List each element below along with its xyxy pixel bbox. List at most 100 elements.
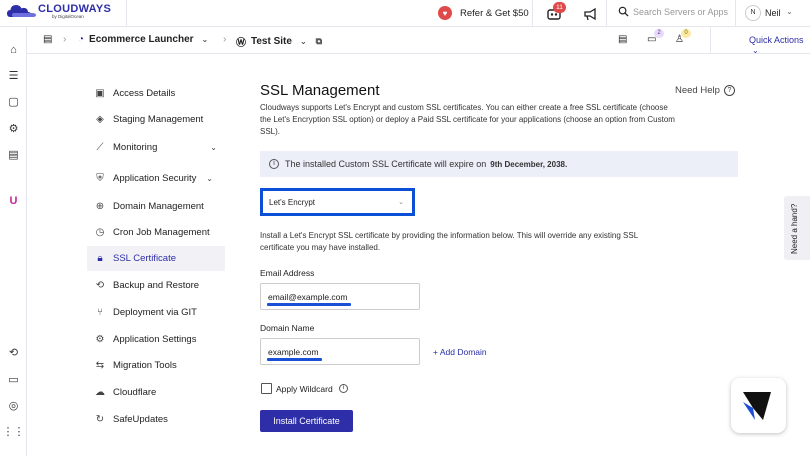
migration-icon: ⇆ [95,360,105,371]
chevron-down-icon: ⌄ [752,46,759,55]
menu-item-label: Deployment via GIT [113,307,197,318]
ssl-expiry-notice: i The installed Custom SSL Certificate w… [260,151,738,177]
menu-item-label: Access Details [113,88,176,99]
menu-item-label: Application Security [113,173,197,184]
sync-icon[interactable]: ⟲ [7,346,20,359]
email-label: Email Address [260,268,315,278]
refer-button[interactable]: ♥ Refer & Get $50 [438,6,529,20]
domain-label: Domain Name [260,323,315,333]
need-help-link[interactable]: Need Help ? [675,85,735,96]
heart-icon: ♥ [438,6,452,20]
chevron-down-icon: ⌄ [201,35,209,44]
menu-item-domain-management[interactable]: ⊕ Domain Management [87,194,225,219]
layers-icon: ◈ [96,114,104,125]
domain-value: example.com [268,346,319,357]
menu-item-label: Cron Job Management [113,227,210,238]
refer-label: Refer & Get $50 [460,7,529,19]
brand-name: CLOUDWAYS [38,3,112,15]
clock-icon: ◷ [95,227,105,238]
megaphone-icon[interactable] [583,7,597,21]
info-icon: i [269,159,279,169]
id-card-icon: ▣ [95,88,105,99]
email-highlight [267,303,351,306]
need-a-hand-label: Need a hand? [790,203,799,254]
menu-item-safeupdates[interactable]: ↻ SafeUpdates [87,407,225,432]
home-icon[interactable]: ⌂ [7,43,20,56]
chart-icon: ⟋ [96,142,104,153]
add-domain-link[interactable]: + Add Domain [433,347,487,357]
servers-icon[interactable]: ☰ [7,69,20,82]
menu-item-monitoring[interactable]: ⟋ Monitoring ⌄ [87,135,225,160]
chevron-right-icon: › [63,34,67,45]
globe-icon: ⊕ [95,201,105,212]
lock-icon: 🔒︎ [97,253,103,264]
menu-item-cron-job-management[interactable]: ◷ Cron Job Management [87,220,225,245]
applications-count-badge: 2 [654,29,664,38]
chevron-right-icon: › [223,34,227,45]
billing-icon[interactable]: ▤ [7,148,20,161]
team-count-badge: 0 [681,29,691,38]
menu-item-backup-and-restore[interactable]: ⟲ Backup and Restore [87,273,225,298]
menu-item-label: Application Settings [113,334,197,345]
chevron-down-icon: ⌄ [398,199,404,206]
menu-item-application-security[interactable]: ⛨ Application Security ⌄ [87,166,225,191]
cloud-logo-icon [7,5,36,17]
menu-item-access-details[interactable]: ▣ Access Details [87,81,225,106]
top-bar: CLOUDWAYS by DigitalOcean ♥ Refer & Get … [0,0,810,27]
server-icon: ◔ [78,34,85,45]
menu-item-staging-management[interactable]: ◈ Staging Management [87,107,225,132]
site-switcher[interactable]: Ⓦ Test Site ⌄ ⧉ [236,34,322,49]
sub-bar: ▤ › ◔ Ecommerce Launcher ⌄ › Ⓦ Test Site… [27,27,810,55]
applications-icon[interactable]: ▢ [7,95,20,108]
cloudways-logo[interactable]: CLOUDWAYS by DigitalOcean [6,3,111,21]
quick-actions-button[interactable]: Quick Actions ⌄ [749,35,810,55]
refresh-icon: ↻ [95,414,105,425]
search-box[interactable]: Search Servers or Apps [618,6,728,17]
ssl-type-select[interactable]: Let's Encrypt ⌄ [260,188,415,216]
chat-logo-icon [743,392,771,420]
menu-item-deployment-via-git[interactable]: ⑂ Deployment via GIT [87,300,225,325]
user-avatar[interactable]: N [745,5,761,21]
backup-icon: ⟲ [95,280,105,291]
menu-item-label: Backup and Restore [113,280,200,291]
notification-count-badge: 11 [553,2,566,13]
need-help-label: Need Help [675,85,720,96]
chat-widget-button[interactable] [731,378,786,433]
server-details-icon[interactable]: ▤ [618,34,627,45]
chevron-down-icon: ⌄ [210,143,217,152]
email-value: email@example.com [268,291,348,302]
chevron-down-icon: ⌄ [206,174,213,183]
install-certificate-button[interactable]: Install Certificate [260,410,353,432]
divider [126,0,127,27]
page-title: SSL Management [260,82,380,99]
menu-item-cloudflare[interactable]: ☁ Cloudflare [87,380,225,405]
wildcard-checkbox[interactable] [261,383,272,394]
lets-encrypt-note: Install a Let's Encrypt SSL certificate … [260,231,638,252]
quick-actions-label: Quick Actions [749,35,804,45]
menu-item-application-settings[interactable]: ⚙ Application Settings [87,327,225,352]
menu-item-migration-tools[interactable]: ⇆ Migration Tools [87,353,225,378]
info-icon[interactable]: i [339,384,348,393]
menu-item-ssl-certificate[interactable]: 🔒︎ SSL Certificate [87,246,225,271]
menu-item-label: Migration Tools [113,360,177,371]
user-name[interactable]: Neil [765,8,781,18]
menu-item-label: SSL Certificate [113,253,177,264]
folder-icon[interactable]: ▭ [7,373,20,386]
expiry-date: 9th December, 2038. [490,159,568,169]
divider [532,0,533,27]
support-icon[interactable]: ◎ [7,399,20,412]
need-a-hand-tab[interactable]: Need a hand? [784,196,810,260]
copy-icon[interactable]: ⧉ [316,36,322,47]
site-name: Test Site [251,36,292,47]
apps-grid-icon[interactable]: ⋮⋮ [3,425,25,438]
chevron-down-icon[interactable]: ⌄ [786,7,793,16]
unifi-icon[interactable]: U [7,194,20,207]
menu-item-label: Cloudflare [113,387,157,398]
menu-item-label: SafeUpdates [113,414,168,425]
menu-item-label: Monitoring [113,142,158,153]
server-switcher[interactable]: ◔ Ecommerce Launcher ⌄ [78,34,208,45]
cloud-icon: ☁ [95,387,105,398]
divider [735,0,736,27]
server-list-icon[interactable]: ▤ [43,34,52,45]
addons-icon[interactable]: ⚙ [7,122,20,135]
